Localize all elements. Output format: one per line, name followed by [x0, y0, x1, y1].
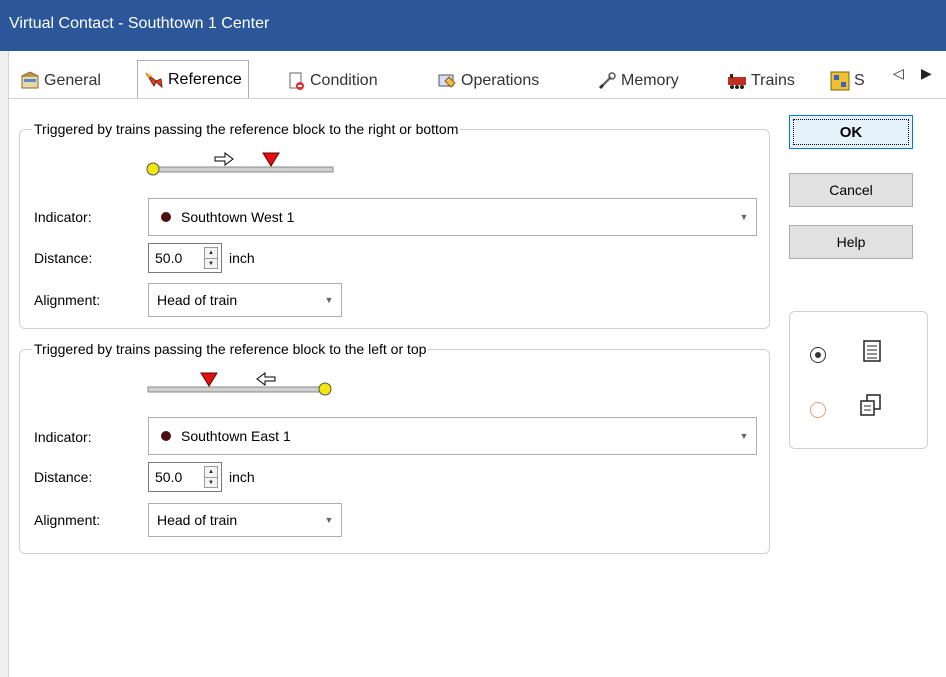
view-mode-panel [789, 311, 928, 449]
distance-value: 50.0 [155, 469, 183, 485]
tab-scroll-left-icon[interactable]: ◁ [893, 65, 904, 82]
cancel-button[interactable]: Cancel [789, 173, 913, 207]
operations-icon [438, 74, 456, 88]
track-diagram-right [146, 152, 334, 176]
window-title: Virtual Contact - Southtown 1 Center [9, 15, 270, 32]
pages-view-radio[interactable] [810, 402, 826, 418]
tab-label: Reference [168, 71, 242, 88]
indicator-dot-icon [161, 212, 171, 222]
trigger-marker-icon [200, 372, 218, 387]
tab-memory[interactable]: Memory [597, 65, 679, 97]
stepper-buttons[interactable]: ▲ ▼ [204, 247, 218, 269]
distance-unit: inch [229, 469, 255, 485]
ok-focus-rect: OK [793, 119, 909, 145]
s-icon [830, 71, 850, 91]
chevron-down-icon: ▼ [739, 431, 749, 441]
indicator-value: Southtown West 1 [181, 209, 295, 225]
tab-scroll-right-icon[interactable]: ▶ [921, 65, 932, 82]
help-label: Help [836, 234, 866, 250]
alignment-select[interactable]: Head of train ▼ [148, 283, 342, 317]
alignment-select[interactable]: Head of train ▼ [148, 503, 342, 537]
alignment-value: Head of train [157, 512, 238, 528]
pages-view-icon [860, 394, 881, 416]
tab-s[interactable]: S [830, 65, 865, 97]
distance-label: Distance: [34, 469, 93, 485]
chevron-down-icon: ▼ [324, 295, 334, 305]
tab-label: Operations [461, 72, 540, 89]
indicator-dot-icon [161, 431, 171, 441]
memory-icon [598, 72, 616, 90]
tab-baseline [9, 98, 946, 99]
reference-icon [145, 72, 163, 89]
indicator-label: Indicator: [34, 429, 92, 445]
track-endpoint [318, 382, 332, 396]
group-legend: Triggered by trains passing the referenc… [34, 341, 427, 357]
direction-left-arrow-icon [256, 372, 276, 386]
trigger-marker-icon [262, 152, 280, 167]
indicator-label: Indicator: [34, 209, 92, 225]
tab-label: Trains [751, 72, 795, 89]
indicator-select[interactable]: Southtown East 1 ▼ [148, 417, 757, 455]
track-line [147, 386, 327, 393]
cancel-label: Cancel [829, 182, 873, 198]
distance-unit: inch [229, 250, 255, 266]
tab-label: General [44, 72, 101, 89]
window-left-frame [0, 51, 9, 677]
distance-stepper[interactable]: 50.0 ▲ ▼ [148, 243, 222, 273]
ok-button[interactable]: OK [789, 115, 913, 149]
tab-label: Condition [310, 72, 378, 89]
distance-value: 50.0 [155, 250, 183, 266]
track-line [152, 166, 334, 173]
tab-condition[interactable]: Condition [286, 65, 378, 97]
indicator-select[interactable]: Southtown West 1 ▼ [148, 198, 757, 236]
help-button[interactable]: Help [789, 225, 913, 259]
chevron-down-icon: ▼ [739, 212, 749, 222]
tab-strip: General Reference Condition Operations M… [9, 51, 946, 114]
tab-label: S [854, 72, 865, 89]
trains-icon [728, 74, 746, 89]
group-legend: Triggered by trains passing the referenc… [34, 121, 459, 137]
dialog-content: General Reference Condition Operations M… [9, 51, 946, 677]
ok-label: OK [839, 123, 863, 141]
list-view-radio[interactable] [810, 347, 826, 363]
tab-general[interactable]: General [20, 65, 101, 97]
tab-reference[interactable]: Reference [137, 60, 249, 99]
distance-stepper[interactable]: 50.0 ▲ ▼ [148, 462, 222, 492]
alignment-label: Alignment: [34, 512, 101, 528]
indicator-value: Southtown East 1 [181, 428, 291, 444]
title-bar: Virtual Contact - Southtown 1 Center [0, 0, 946, 51]
track-endpoint [146, 162, 160, 176]
alignment-label: Alignment: [34, 292, 101, 308]
list-view-icon [863, 340, 881, 362]
stepper-buttons[interactable]: ▲ ▼ [204, 466, 218, 488]
direction-right-arrow-icon [214, 152, 234, 166]
track-diagram-left [147, 372, 332, 396]
tab-operations[interactable]: Operations [437, 65, 539, 97]
chevron-down-icon: ▼ [324, 515, 334, 525]
distance-label: Distance: [34, 250, 93, 266]
general-icon [21, 71, 39, 89]
condition-icon [289, 72, 304, 90]
alignment-value: Head of train [157, 292, 238, 308]
tab-trains[interactable]: Trains [727, 65, 795, 97]
tab-label: Memory [621, 72, 679, 89]
